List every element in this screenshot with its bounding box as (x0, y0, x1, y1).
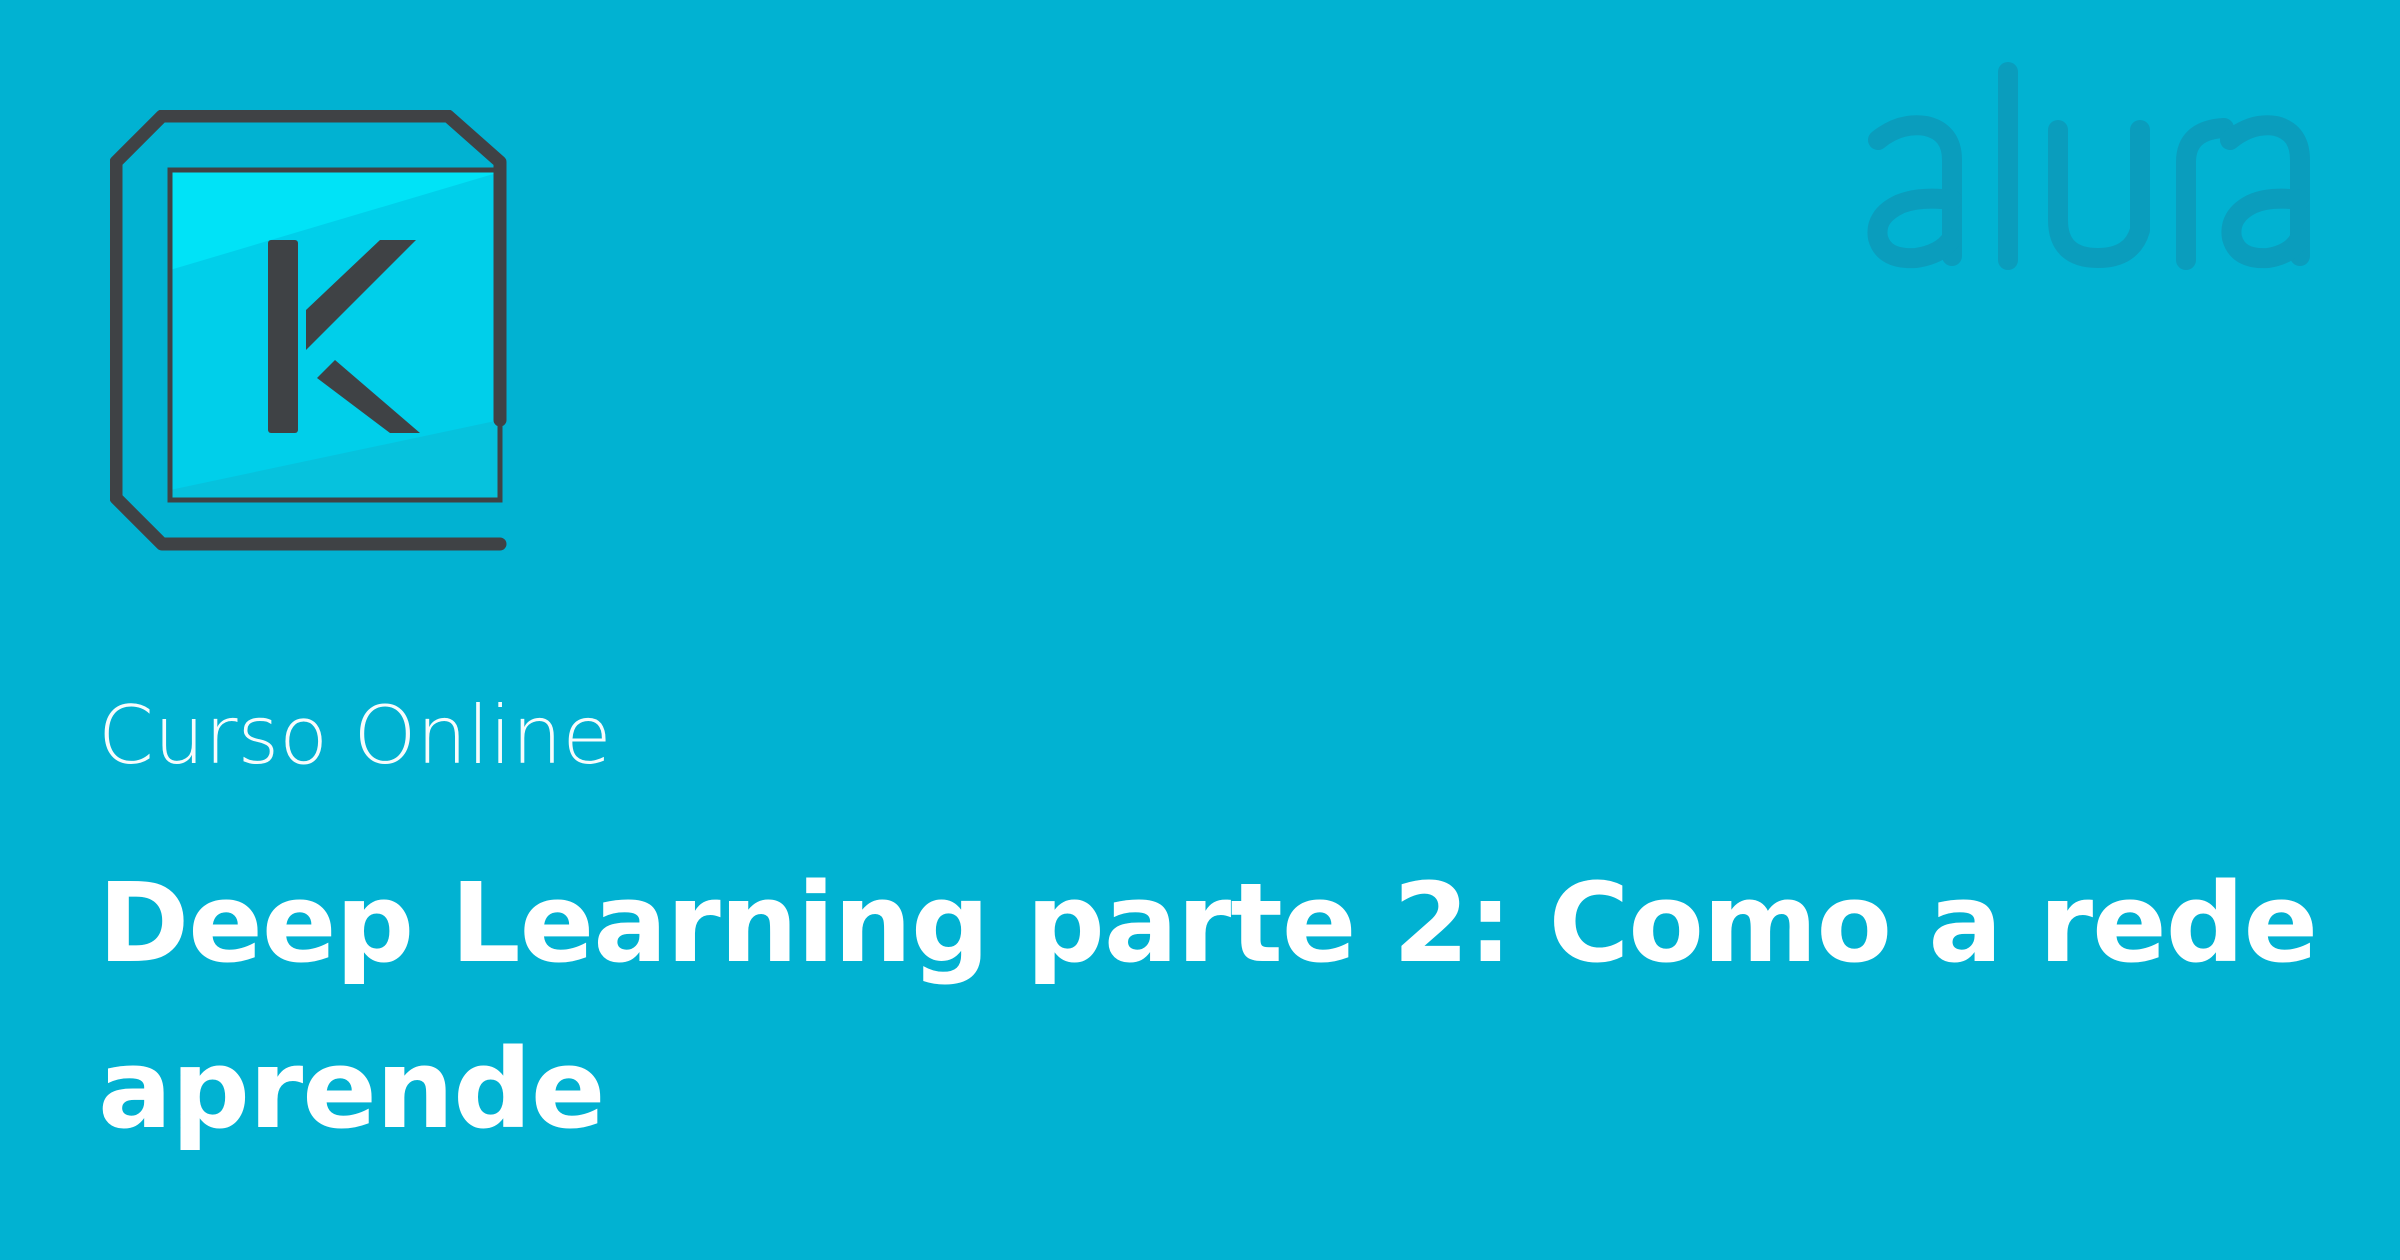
keras-logo-icon (110, 110, 507, 551)
alura-logo (1867, 62, 2310, 270)
course-title: Deep Learning parte 2: Como a rede apren… (98, 859, 2318, 1153)
course-type-label: Curso Online (98, 689, 612, 782)
